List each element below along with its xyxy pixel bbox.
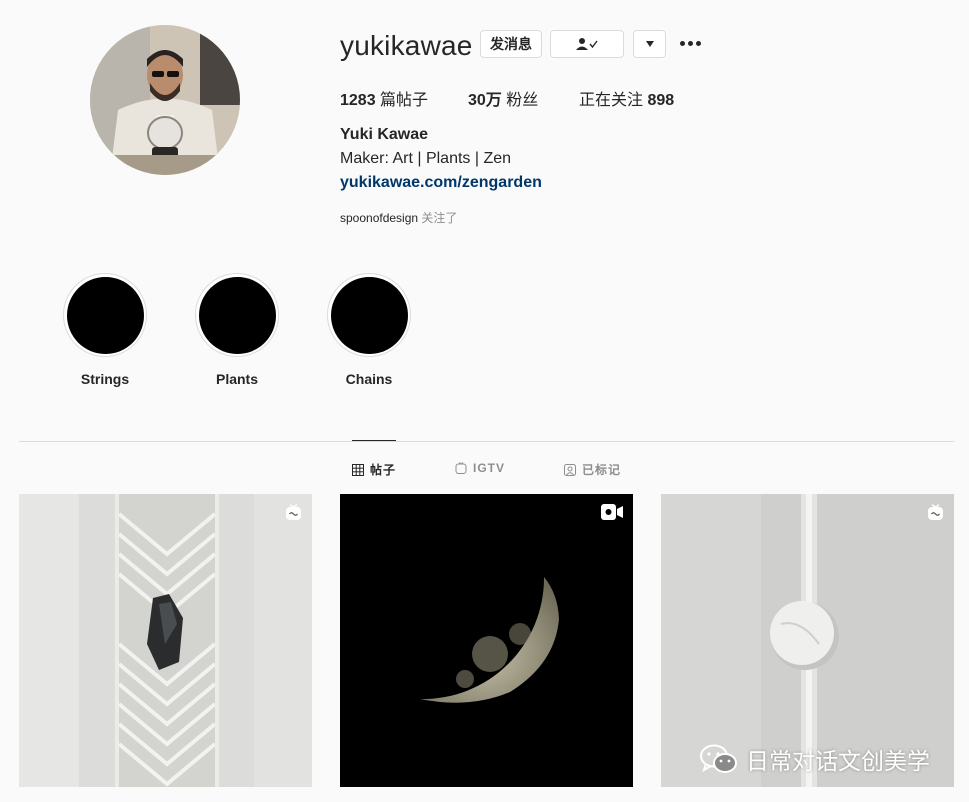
website-link[interactable]: yukikawae.com/zengarden bbox=[340, 174, 542, 192]
highlight-label: Chains bbox=[345, 371, 393, 387]
highlight-label: Plants bbox=[215, 371, 258, 387]
followers-count[interactable]: 30万 粉丝 bbox=[468, 86, 538, 110]
username: yukikawae bbox=[340, 30, 473, 61]
highlight-strings[interactable]: Strings bbox=[63, 273, 147, 387]
followed-by-user[interactable]: spoonofdesign bbox=[340, 211, 418, 225]
message-button[interactable]: 发消息 bbox=[480, 30, 542, 58]
highlight-cover bbox=[66, 276, 144, 354]
more-options-icon[interactable] bbox=[680, 36, 704, 50]
highlight-cover bbox=[330, 276, 408, 354]
tab-igtv[interactable]: IGTV bbox=[455, 461, 505, 475]
highlight-label: Strings bbox=[80, 371, 130, 387]
igtv-icon bbox=[455, 462, 467, 474]
igtv-icon bbox=[927, 504, 944, 526]
igtv-icon bbox=[285, 504, 302, 526]
highlight-chains[interactable]: Chains bbox=[327, 273, 411, 387]
posts-count: 1283 篇帖子 bbox=[340, 92, 429, 109]
tagged-icon bbox=[564, 463, 576, 476]
following-count[interactable]: 正在关注 898 bbox=[579, 86, 674, 110]
tab-posts[interactable]: 帖子 bbox=[352, 461, 396, 478]
watermark: 日常对话文创美学 bbox=[700, 742, 930, 776]
highlight-cover bbox=[198, 276, 276, 354]
video-icon bbox=[601, 504, 623, 525]
grid-icon bbox=[352, 463, 364, 476]
highlight-plants[interactable]: Plants bbox=[195, 273, 279, 387]
active-tab-indicator bbox=[352, 440, 396, 441]
post-tile-moon[interactable] bbox=[340, 494, 633, 787]
following-status-button[interactable] bbox=[550, 30, 624, 58]
suggestions-dropdown-button[interactable] bbox=[633, 30, 666, 58]
followed-by[interactable]: spoonofdesign 关注了 bbox=[340, 209, 457, 226]
bio-text: Maker: Art | Plants | Zen bbox=[340, 150, 512, 167]
post-image bbox=[340, 494, 633, 787]
caret-down-icon bbox=[645, 41, 654, 47]
tabs-divider bbox=[19, 441, 954, 442]
post-image bbox=[19, 494, 312, 787]
full-name: Yuki Kawae bbox=[340, 126, 429, 143]
person-check-icon bbox=[576, 38, 598, 50]
profile-avatar[interactable] bbox=[90, 25, 240, 175]
tab-tagged[interactable]: 已标记 bbox=[564, 461, 621, 478]
wechat-icon bbox=[700, 744, 737, 773]
post-tile-zen-rock[interactable] bbox=[19, 494, 312, 787]
